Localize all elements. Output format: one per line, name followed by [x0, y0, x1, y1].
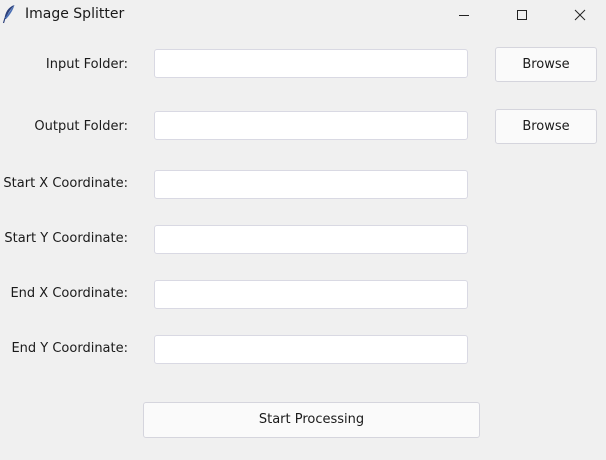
end-y-field[interactable]: [154, 335, 468, 364]
start-y-field[interactable]: [154, 225, 468, 254]
start-x-field[interactable]: [154, 170, 468, 199]
start-processing-button[interactable]: Start Processing: [143, 402, 480, 438]
output-folder-field[interactable]: [154, 111, 468, 140]
input-folder-browse-button[interactable]: Browse: [495, 47, 597, 82]
window-title: Image Splitter: [25, 6, 125, 22]
minimize-button[interactable]: [441, 0, 487, 32]
end-x-label: End X Coordinate:: [10, 286, 128, 301]
input-folder-label: Input Folder:: [45, 57, 128, 72]
end-x-field[interactable]: [154, 280, 468, 309]
title-bar[interactable]: Image Splitter: [0, 0, 606, 32]
close-icon: [574, 9, 586, 21]
minimize-icon: [459, 15, 469, 16]
close-button[interactable]: [557, 0, 603, 32]
start-y-label: Start Y Coordinate:: [4, 231, 128, 246]
output-folder-label: Output Folder:: [34, 119, 128, 134]
input-folder-field[interactable]: [154, 49, 468, 78]
output-folder-browse-button[interactable]: Browse: [495, 109, 597, 144]
start-x-label: Start X Coordinate:: [3, 176, 128, 191]
maximize-icon: [517, 10, 527, 20]
end-y-label: End Y Coordinate:: [11, 341, 128, 356]
feather-icon: [2, 4, 16, 24]
app-window: Image Splitter Input Folder: Browse Outp…: [0, 0, 606, 460]
maximize-button[interactable]: [499, 0, 545, 32]
